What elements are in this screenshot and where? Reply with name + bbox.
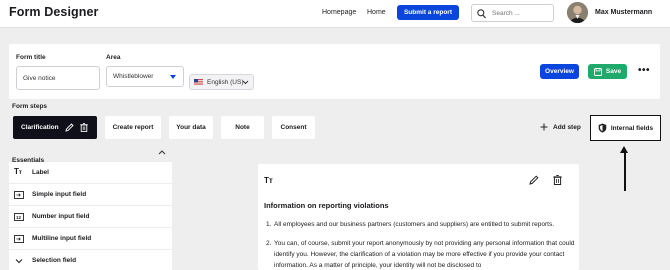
- area-label: Area: [106, 54, 121, 61]
- list-number: 2.: [266, 240, 272, 247]
- annotation-arrow-line: [624, 150, 626, 191]
- step-your-data[interactable]: Your data: [169, 116, 213, 139]
- chevron-down-icon: [242, 80, 249, 85]
- language-select[interactable]: English (US): [189, 74, 254, 90]
- chevron-down-icon: [170, 75, 176, 79]
- area-value: Whistleblower: [113, 73, 154, 80]
- step-label: Clarification: [21, 124, 59, 131]
- content-heading: Information on reporting violations: [264, 201, 389, 210]
- field-type-label: Selection field: [32, 257, 77, 264]
- list-item-label[interactable]: Tт Label: [9, 162, 172, 184]
- area-select[interactable]: Whistleblower: [106, 66, 184, 87]
- add-step-label: Add step: [553, 123, 581, 131]
- trash-icon[interactable]: [79, 123, 88, 132]
- list-item-selection-field[interactable]: Selection field: [9, 250, 172, 270]
- us-flag-icon: [194, 79, 203, 85]
- add-step-button[interactable]: Add step: [540, 123, 581, 131]
- language-value: English (US): [207, 78, 244, 86]
- edit-icon[interactable]: [529, 175, 539, 185]
- step-create-report[interactable]: Create report: [105, 116, 161, 139]
- essentials-list: Tт Label Simple input field 12 Number in…: [9, 162, 172, 270]
- list-item-number-input[interactable]: 12 Number input field: [9, 206, 172, 228]
- step-clarification[interactable]: Clarification: [13, 116, 97, 139]
- form-steps-label: Form steps: [12, 103, 48, 110]
- search-icon: [477, 8, 486, 18]
- list-item-multiline-input[interactable]: Multiline input field: [9, 228, 172, 250]
- chevron-up-icon[interactable]: [158, 150, 166, 155]
- search-input[interactable]: [492, 8, 550, 19]
- paragraph-text: You can, of course, submit your report a…: [274, 240, 575, 269]
- step-note[interactable]: Note: [221, 116, 264, 139]
- paragraph-text: All employees and our business partners …: [274, 221, 554, 228]
- essentials-header[interactable]: Essentials: [12, 149, 172, 164]
- form-title-label: Form title: [16, 54, 46, 61]
- text-type-icon: Tт: [14, 167, 22, 176]
- shield-icon: [598, 123, 607, 133]
- save-label: Save: [605, 68, 622, 75]
- form-title-input[interactable]: Give notice: [16, 66, 100, 90]
- nav-home[interactable]: Home: [367, 9, 386, 16]
- internal-fields-button[interactable]: Internal fields: [590, 115, 661, 141]
- more-options-icon[interactable]: •••: [638, 66, 650, 76]
- step-consent[interactable]: Consent: [272, 116, 315, 139]
- trash-icon[interactable]: [553, 175, 562, 185]
- multiline-field-icon: [14, 235, 24, 243]
- list-item-simple-input[interactable]: Simple input field: [9, 184, 172, 206]
- avatar[interactable]: [567, 2, 588, 23]
- user-photo-icon: [567, 2, 588, 23]
- plus-icon: [540, 123, 548, 131]
- field-type-label: Number input field: [32, 213, 90, 220]
- field-type-label: Simple input field: [32, 191, 87, 198]
- list-number: 1.: [266, 221, 272, 228]
- nav-homepage[interactable]: Homepage: [322, 9, 356, 16]
- field-type-label: Label: [32, 169, 49, 176]
- search-box[interactable]: [471, 4, 554, 22]
- input-field-icon: [14, 191, 24, 199]
- field-type-label: Multiline input field: [32, 235, 92, 242]
- submit-report-button[interactable]: Submit a report: [397, 5, 459, 20]
- edit-icon[interactable]: [64, 123, 74, 132]
- overview-button[interactable]: Overview: [540, 64, 579, 79]
- number-field-icon: 12: [14, 213, 24, 221]
- text-type-icon: Tт: [264, 176, 273, 185]
- svg-text:12: 12: [16, 215, 22, 220]
- internal-fields-label: Internal fields: [610, 124, 654, 132]
- chevron-down-icon: [15, 259, 23, 264]
- top-bar: Form Designer Homepage Home Submit a rep…: [0, 0, 670, 28]
- save-icon: [593, 67, 602, 76]
- app-title: Form Designer: [9, 5, 99, 19]
- user-name[interactable]: Max Mustermann: [595, 9, 652, 16]
- save-button[interactable]: Save: [588, 64, 627, 79]
